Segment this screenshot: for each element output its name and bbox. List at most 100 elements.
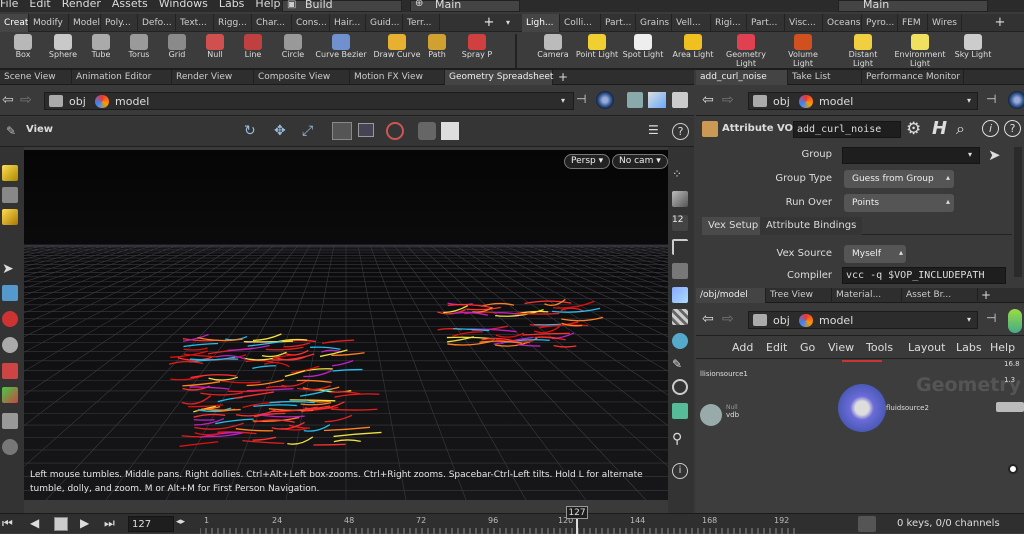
desktop-build-select[interactable]: ▣ Build xyxy=(282,0,402,12)
network-editor[interactable]: Geometry llisionsource1 Null vdb fluidso… xyxy=(696,360,1024,513)
network-pin-icon[interactable]: ⊣ xyxy=(986,311,996,325)
network-forward-icon[interactable]: ⇨ xyxy=(722,311,734,327)
param-path-field[interactable]: obj model ▾ xyxy=(748,92,978,110)
network-menu-add[interactable]: Add xyxy=(732,341,753,354)
tab-param-2[interactable]: Performance Monitor xyxy=(862,70,964,85)
current-frame-field[interactable]: 127 xyxy=(128,516,174,532)
tab-network-1[interactable]: Tree View xyxy=(766,288,832,303)
shelf-tab-1[interactable]: Modify xyxy=(29,14,69,32)
tool-point-light[interactable]: Point Light xyxy=(572,32,622,70)
add-shelf-icon[interactable]: + xyxy=(478,14,500,32)
points-icon[interactable] xyxy=(2,209,18,225)
pan-icon[interactable]: ✥ xyxy=(274,123,286,139)
jump-end-icon[interactable]: ⏭ xyxy=(104,516,115,531)
camera-menu[interactable]: No cam ▾ xyxy=(612,154,668,169)
axes-icon[interactable] xyxy=(2,387,18,403)
shelf-tab-3[interactable]: Poly... xyxy=(101,14,138,32)
stop-button-icon[interactable] xyxy=(54,517,68,531)
path-obj[interactable]: obj xyxy=(69,95,86,108)
param-scrollbar[interactable] xyxy=(1014,147,1022,277)
param-path-obj[interactable]: obj xyxy=(773,95,790,108)
tumble-icon[interactable]: ↻ xyxy=(244,123,256,139)
run-over-dropdown-icon[interactable]: ▴ xyxy=(946,197,950,206)
connector-dot[interactable] xyxy=(1008,464,1018,474)
param-path-dropdown-icon[interactable]: ▾ xyxy=(967,96,971,105)
compiler-field[interactable]: vcc -q $VOP_INCLUDEPATH xyxy=(842,267,1006,284)
shelf-tab-7[interactable]: Char... xyxy=(252,14,292,32)
shelf-tab-0[interactable]: Create xyxy=(0,14,29,32)
tool-spot-light[interactable]: Spot Light xyxy=(618,32,668,70)
dropper-icon[interactable]: ✎ xyxy=(672,357,688,373)
brush-icon[interactable] xyxy=(2,413,18,429)
menu-item-windows[interactable]: Windows xyxy=(159,0,208,9)
tool-volume-light[interactable]: Volume Light xyxy=(778,32,828,70)
select-objects-icon[interactable] xyxy=(2,165,18,181)
vex-source-dropdown-icon[interactable]: ▴ xyxy=(899,248,903,257)
node-name-field[interactable]: add_curl_noise xyxy=(793,121,901,138)
location-pin-icon[interactable]: ⚲ xyxy=(672,431,688,447)
display-options-icon[interactable] xyxy=(358,123,374,137)
param-forward-icon[interactable]: ⇨ xyxy=(722,92,734,108)
scatter-icon[interactable]: ⁘ xyxy=(672,167,688,183)
group-field[interactable] xyxy=(842,147,980,164)
network-path-dropdown-icon[interactable]: ▾ xyxy=(967,315,971,324)
info-icon[interactable]: i xyxy=(672,463,688,479)
param-help-icon[interactable]: ? xyxy=(1004,120,1021,137)
network-path-obj[interactable]: obj xyxy=(773,314,790,327)
shelf-tab-5[interactable]: Text... xyxy=(176,14,214,32)
realtime-toggle-icon[interactable] xyxy=(858,516,876,532)
calendar-icon[interactable]: 12 xyxy=(672,215,688,231)
tool-distant-light[interactable]: Distant Light xyxy=(838,32,888,70)
select-group-arrow-icon[interactable]: ➤ xyxy=(988,146,1001,164)
lock-icon[interactable] xyxy=(2,285,18,301)
partial-node[interactable] xyxy=(996,402,1024,412)
vex-source-menu[interactable]: Myself xyxy=(844,245,906,263)
frame-indicator[interactable]: 127 xyxy=(566,506,588,519)
shelf-tab-right-1[interactable]: Colli... xyxy=(560,14,601,32)
shapes-icon[interactable] xyxy=(648,92,666,108)
tool-curve-bezier[interactable]: Curve Bezier xyxy=(312,32,370,70)
shelf-tab-8[interactable]: Cons... xyxy=(292,14,330,32)
pin-icon[interactable]: ⊣ xyxy=(576,92,586,106)
tab-left-0[interactable]: Scene View xyxy=(0,70,72,85)
menu-item-edit[interactable]: Edit xyxy=(29,0,50,9)
param-pin-icon[interactable]: ⊣ xyxy=(986,92,996,106)
jump-start-icon[interactable]: ⏮ xyxy=(2,516,13,531)
hda-icon[interactable]: H xyxy=(932,118,947,139)
shelf-tab-right-0[interactable]: Ligh... xyxy=(522,14,560,32)
menu-item-labs[interactable]: Labs xyxy=(219,0,245,9)
view-menu-icon[interactable]: ✎ xyxy=(6,124,16,138)
menu-item-help[interactable]: Help xyxy=(255,0,280,9)
param-link-icon[interactable] xyxy=(1008,91,1024,109)
play-reverse-icon[interactable]: ◀ xyxy=(30,516,39,530)
shelf-tab-4[interactable]: Defo... xyxy=(138,14,176,32)
forward-arrow-icon[interactable]: ⇨ xyxy=(20,92,32,108)
persp-menu[interactable]: Persp ▾ xyxy=(564,154,610,169)
stop-icon[interactable] xyxy=(386,122,404,140)
tool-spray-p[interactable]: Spray P xyxy=(452,32,502,70)
play-icon[interactable]: ▶ xyxy=(80,516,89,530)
network-menu-view[interactable]: View xyxy=(828,341,854,354)
shelf-menu-icon[interactable]: ▾ xyxy=(500,14,516,32)
pointer-icon[interactable]: ➤ xyxy=(2,261,18,277)
shelf-tab-11[interactable]: Terr... xyxy=(403,14,440,32)
path-model[interactable]: model xyxy=(115,95,149,108)
info-icon[interactable]: i xyxy=(982,120,999,137)
tab-left-4[interactable]: Motion FX View xyxy=(350,70,445,85)
vdb-node[interactable] xyxy=(700,404,722,426)
render-region-icon[interactable] xyxy=(441,122,459,140)
tool-area-light[interactable]: Area Light xyxy=(668,32,718,70)
network-menu-go[interactable]: Go xyxy=(800,341,815,354)
shelf-tab-right-3[interactable]: Grains xyxy=(636,14,672,32)
timeline-scrubber[interactable]: 124487296120144168192 127 xyxy=(200,514,800,534)
snap-icon[interactable] xyxy=(672,333,688,349)
menu-item-assets[interactable]: Assets xyxy=(112,0,148,9)
path-field[interactable]: obj model ▾ xyxy=(44,92,574,110)
snapshot-icon[interactable] xyxy=(418,122,436,140)
tab-param-1[interactable]: Take List xyxy=(788,70,862,85)
transform-icon[interactable] xyxy=(2,363,18,379)
group-type-dropdown-icon[interactable]: ▴ xyxy=(946,173,950,182)
shelf-tab-right-6[interactable]: Part... xyxy=(747,14,785,32)
tab-vex-setup[interactable]: Vex Setup xyxy=(702,217,764,235)
network-path-model[interactable]: model xyxy=(819,314,853,327)
